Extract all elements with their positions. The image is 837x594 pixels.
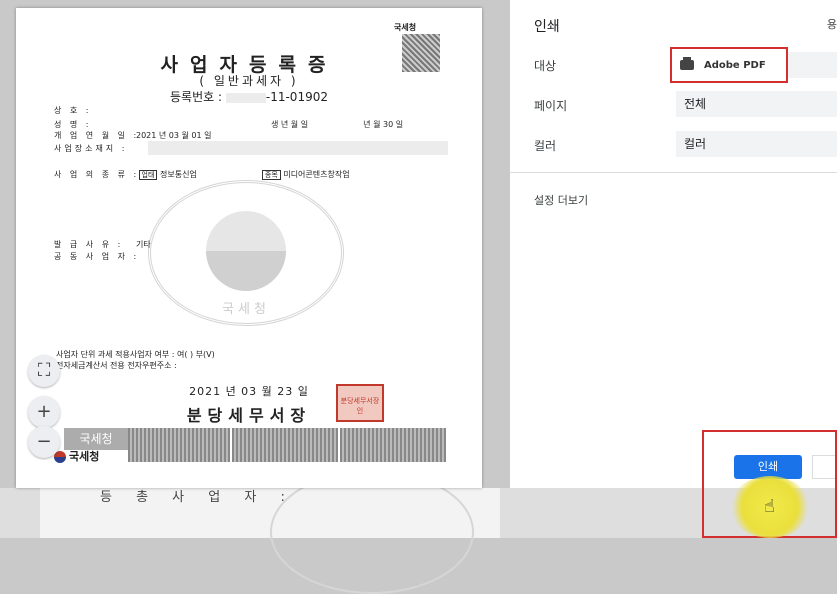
field-value: 2021 년 03 월 01 일 (136, 131, 212, 140)
registration-number: 등록번호 : -11-01902 (16, 88, 482, 105)
destination-value: Adobe PDF (704, 60, 766, 71)
field-row: 개 업 연 월 일 :2021 년 03 월 01 일 (54, 130, 212, 141)
destination-label: 대상 (534, 59, 557, 73)
zoom-out-button[interactable]: − (28, 426, 60, 458)
birth-day: 월 30 일 (373, 120, 404, 129)
biz-value: 정보통신업 (159, 170, 197, 179)
field-row: 사업장소재지 : (54, 143, 136, 154)
nts-watermark: 국세청 (64, 428, 128, 450)
stamp-text: 분당세무서장인 (340, 397, 380, 415)
reason-row: 발 급 사 유 : 기타 (54, 239, 151, 250)
field-label: 개 업 연 월 일 : (54, 131, 140, 140)
email-line: 전자세금계산서 전용 전자우편주소 : (56, 361, 177, 370)
nts-watermark-seal: 국세청 (148, 180, 344, 326)
reason-label: 발 급 사 유 : (54, 240, 124, 249)
document-subtitle: ( 일반과세자 ) (199, 74, 299, 88)
panel-title: 인쇄 (534, 19, 560, 35)
biz-tag: 업태 (138, 170, 158, 180)
nts-label: 국세청 (394, 23, 417, 32)
pages-select[interactable]: 전체 (676, 91, 837, 117)
destination-select[interactable]: Adobe PDF (670, 47, 788, 83)
birth-row: 생 년 월 일 년 월 30 일 (271, 119, 403, 130)
field-label: 사업장소재지 : (54, 144, 128, 153)
tax-office: 분당세무서장 (186, 406, 312, 425)
print-preview-page: 국세청 사업자등록증 ( 일반과세자 ) 등록번호 : -11-01902 상 … (16, 8, 482, 488)
color-label: 컬러 (534, 139, 557, 153)
taeguk-emblem (206, 211, 286, 291)
fit-to-page-button[interactable]: ⛶ (28, 355, 60, 387)
page-count-text: 용 (826, 18, 837, 31)
item-value: 미디어콘텐츠창작업 (283, 170, 350, 179)
field-row: 상 호 : (54, 105, 136, 116)
security-strip (128, 428, 230, 462)
official-stamp: 분당세무서장인 (336, 384, 384, 422)
biz-type-label: 사 업 의 종 류 : (54, 170, 140, 179)
field-row: 성 명 : (54, 119, 136, 130)
redacted-address (148, 141, 448, 155)
hand-cursor-icon: ☝ (764, 496, 775, 517)
unit-tax-line: 사업자 단위 과세 적용사업자 여부 : 여( ) 부(V) (56, 350, 215, 359)
joint-row: 공 동 사 업 자 : (54, 251, 136, 262)
joint-label: 공 동 사 업 자 : (54, 252, 140, 261)
plus-icon: + (36, 401, 52, 422)
panel-divider (510, 172, 837, 173)
print-settings-panel: 인쇄 용 대상 Adobe PDF 페이지 전체 컬러 컬러 설정 더보기 인쇄 (510, 0, 837, 488)
reason-value: 기타 (136, 240, 151, 249)
nts-footer-logo: 국세청 (54, 448, 99, 464)
reg-label: 등록번호 : (170, 90, 223, 104)
zoom-in-button[interactable]: + (28, 396, 60, 428)
field-label: 상 호 : (54, 106, 92, 115)
business-type-row: 사 업 의 종 류 : 업태 정보통신업 종목 미디어콘텐츠창작업 (54, 169, 350, 180)
birth-label: 생 년 월 일 (271, 120, 309, 129)
seal-text: 국세청 (222, 302, 270, 317)
issue-date: 2021 년 03 월 23 일 (189, 385, 309, 398)
printer-icon (680, 57, 694, 70)
footer-logo-text: 국세청 (69, 450, 100, 463)
fit-icon: ⛶ (37, 360, 51, 381)
security-strip (340, 428, 446, 462)
background-seal (270, 470, 474, 594)
minus-icon: − (36, 431, 52, 452)
item-tag: 종목 (261, 170, 281, 180)
pages-label: 페이지 (534, 99, 568, 113)
reg-value: -11-01902 (265, 90, 328, 104)
reg-redacted (225, 92, 266, 103)
color-select[interactable]: 컬러 (676, 131, 837, 157)
field-label: 성 명 : (54, 120, 92, 129)
security-strip (232, 428, 338, 462)
more-settings-link[interactable]: 설정 더보기 (534, 192, 588, 208)
birth-year: 년 (363, 120, 371, 129)
background-text: 등 총 사 업 자 : (100, 490, 295, 505)
